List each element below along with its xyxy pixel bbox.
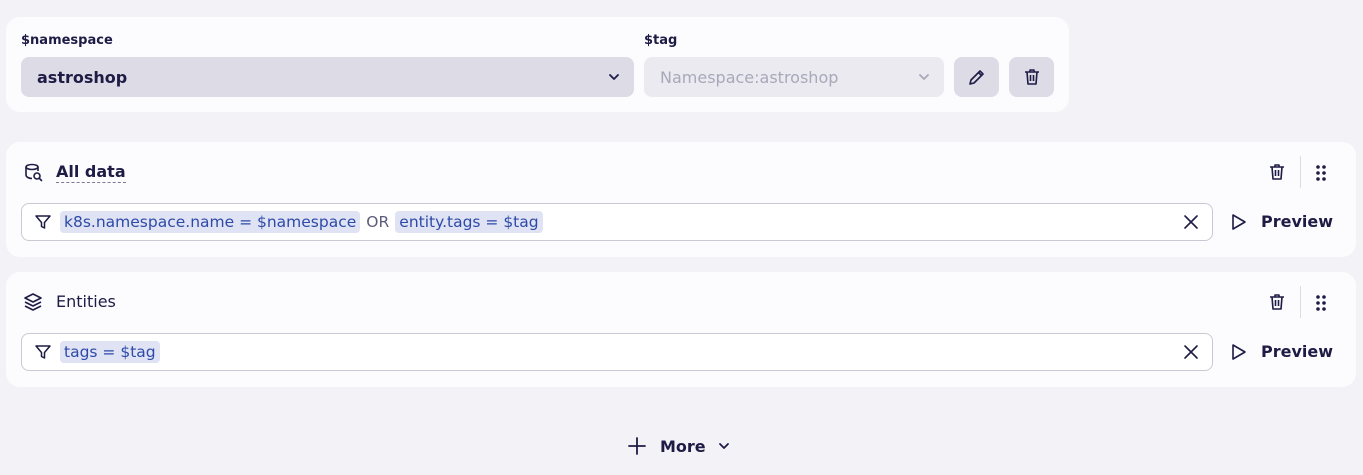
- filter-input[interactable]: k8s.namespace.name = $namespace OR entit…: [21, 203, 1213, 241]
- trash-icon[interactable]: [1267, 292, 1287, 312]
- plus-icon: [627, 436, 647, 456]
- more-label: More: [660, 436, 706, 456]
- filter-operator: OR: [366, 213, 390, 231]
- layers-icon: [23, 292, 43, 312]
- namespace-variable-label: $namespace: [21, 33, 113, 48]
- variables-card: $namespace $tag astroshop Namespace:astr…: [6, 17, 1069, 112]
- preview-button[interactable]: Preview: [1231, 212, 1333, 231]
- play-icon: [1231, 343, 1261, 361]
- filter-token[interactable]: entity.tags = $tag: [395, 211, 543, 233]
- close-icon[interactable]: [1182, 343, 1200, 361]
- preview-button[interactable]: Preview: [1231, 342, 1333, 361]
- divider: [1300, 286, 1301, 318]
- pencil-icon: [967, 67, 987, 87]
- preview-label: Preview: [1261, 212, 1334, 231]
- data-source-title[interactable]: Entities: [56, 292, 116, 311]
- trash-icon[interactable]: [1267, 162, 1287, 182]
- edit-variables-button[interactable]: [954, 57, 999, 97]
- drag-handle-icon[interactable]: [1315, 294, 1327, 312]
- tag-select[interactable]: Namespace:astroshop: [644, 57, 944, 97]
- tag-variable-label: $tag: [644, 33, 678, 48]
- data-source-card: Entities tags = $tag Preview: [6, 272, 1356, 387]
- close-icon[interactable]: [1182, 213, 1200, 231]
- namespace-select-value: astroshop: [37, 67, 128, 87]
- data-source-title[interactable]: All data: [56, 162, 126, 183]
- more-button[interactable]: More: [627, 436, 730, 456]
- chevron-down-icon: [608, 71, 620, 83]
- drag-handle-icon[interactable]: [1315, 164, 1327, 182]
- tag-select-placeholder: Namespace:astroshop: [660, 67, 839, 87]
- chevron-down-icon: [918, 71, 930, 83]
- filter-token[interactable]: k8s.namespace.name = $namespace: [60, 211, 361, 233]
- namespace-select[interactable]: astroshop: [21, 57, 634, 97]
- delete-variables-button[interactable]: [1009, 57, 1054, 97]
- preview-label: Preview: [1261, 342, 1334, 361]
- data-source-card: All data k8s.namespace.name = $namespace…: [6, 142, 1356, 257]
- divider: [1300, 156, 1301, 188]
- funnel-icon: [34, 213, 52, 231]
- filter-token[interactable]: tags = $tag: [60, 341, 160, 363]
- play-icon: [1231, 213, 1261, 231]
- chevron-down-icon: [718, 440, 730, 452]
- data-bucket-icon: [23, 162, 43, 182]
- trash-icon: [1022, 67, 1042, 87]
- filter-input[interactable]: tags = $tag: [21, 333, 1213, 371]
- funnel-icon: [34, 343, 52, 361]
